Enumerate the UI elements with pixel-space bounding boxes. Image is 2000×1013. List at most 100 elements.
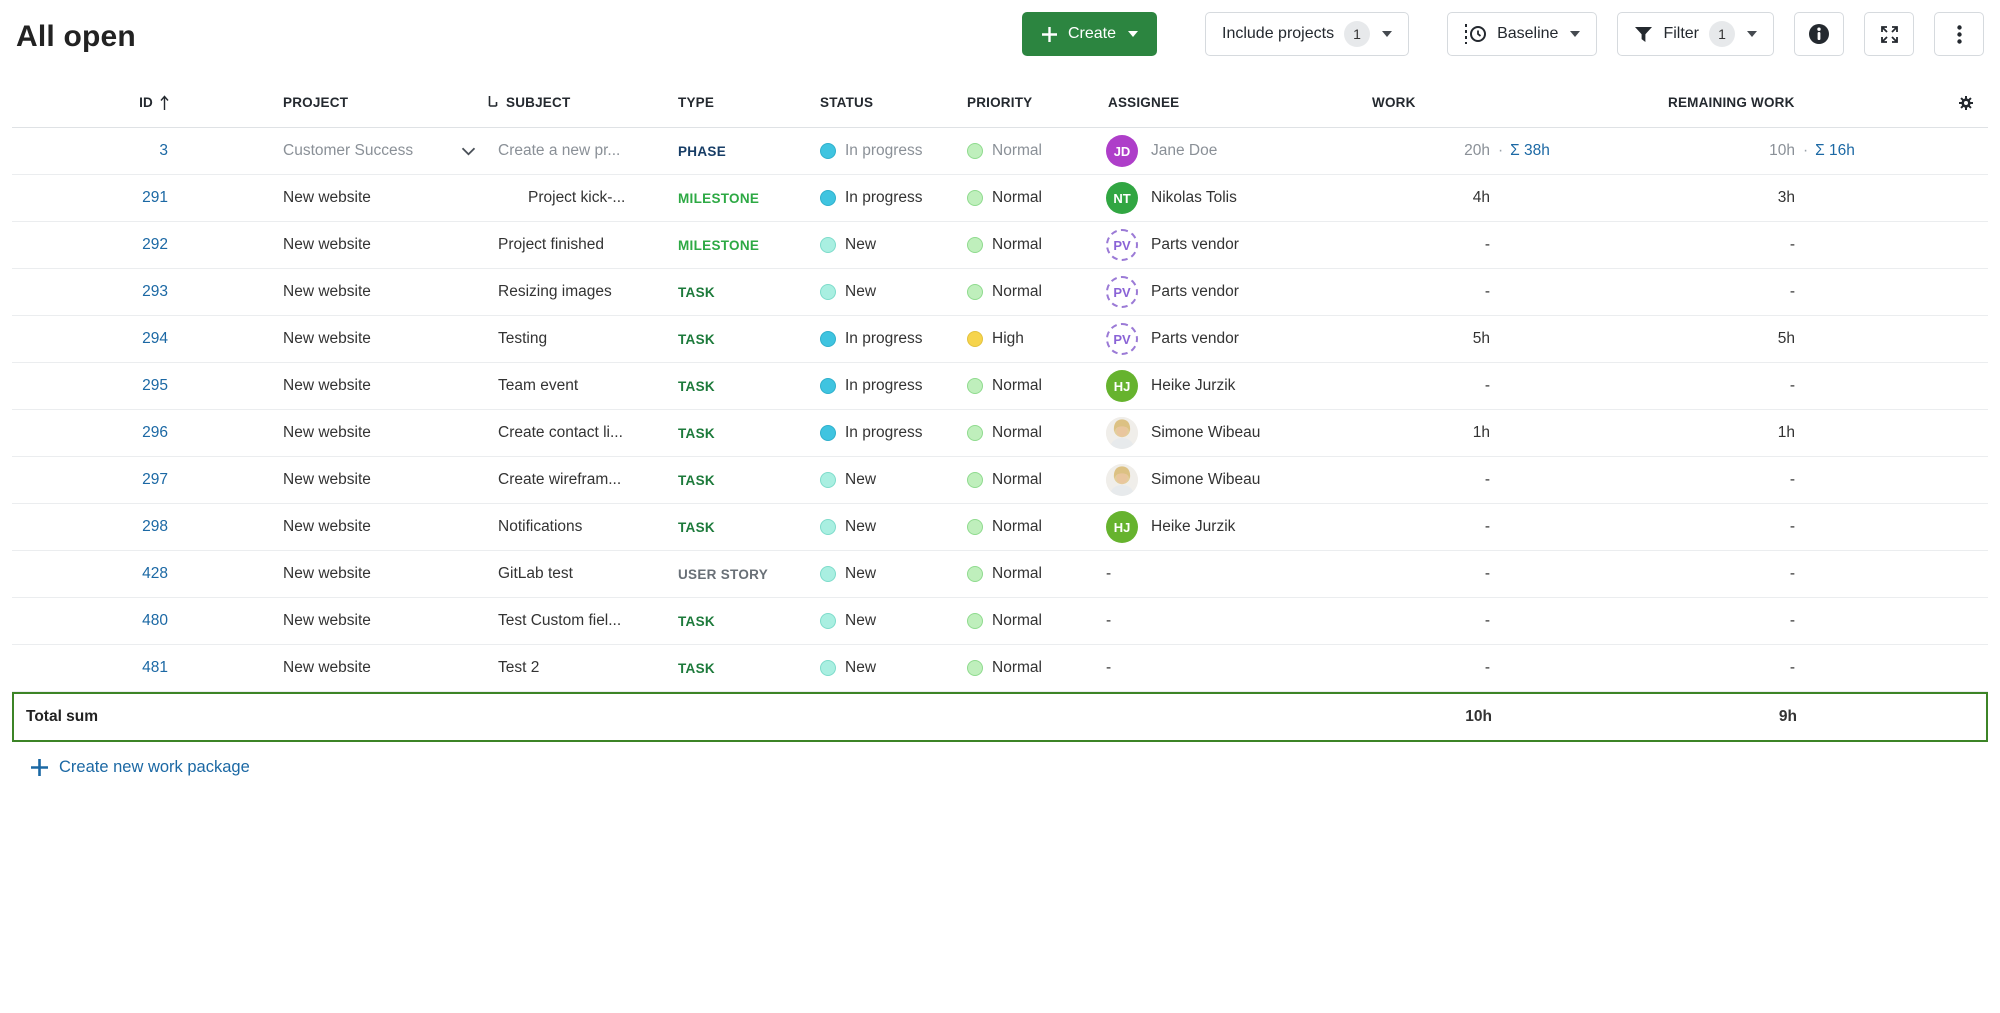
column-header-project[interactable]: PROJECT [172,95,482,110]
work-package-id-link[interactable]: 295 [142,377,168,394]
column-header-subject[interactable]: SUBJECT [482,95,670,110]
work-package-id-link[interactable]: 291 [142,189,168,206]
table-settings-button[interactable] [1890,95,1988,111]
row-project-name: New website [283,236,371,254]
row-remaining-work-cell: - [1600,471,1890,489]
row-subject-cell: Test Custom fiel... [482,612,670,630]
work-package-id-link[interactable]: 480 [142,612,168,629]
include-projects-button[interactable]: Include projects 1 [1205,12,1409,56]
row-priority-cell: Normal [955,424,1100,442]
work-package-id-link[interactable]: 293 [142,283,168,300]
row-type: TASK [678,473,715,488]
remaining-work-sum-link[interactable]: Σ 16h [1815,142,1855,160]
work-package-id-link[interactable]: 294 [142,330,168,347]
row-id-cell: 298 [12,518,172,536]
row-work-value: 1h [1320,424,1490,442]
table-row[interactable]: 297 New website Create wirefram... TASK … [12,457,1988,504]
column-header-id[interactable]: ID [12,95,172,111]
row-assignee-cell: Simone Wibeau [1100,464,1320,496]
collapse-children-chevron-icon[interactable] [461,147,476,156]
row-work-cell: - [1320,518,1600,536]
row-status: New [845,565,876,583]
priority-dot-icon [967,472,983,488]
table-row[interactable]: 428 New website GitLab test USER STORY N… [12,551,1988,598]
work-sum-link[interactable]: Σ 38h [1510,142,1550,160]
baseline-button[interactable]: Baseline [1447,12,1597,56]
column-header-status[interactable]: STATUS [807,95,955,110]
row-work-cell: 1h [1320,424,1600,442]
work-package-id-link[interactable]: 297 [142,471,168,488]
table-row[interactable]: 3 Customer Success Create a new pr... PH… [12,128,1988,175]
filter-button[interactable]: Filter 1 [1617,12,1774,56]
row-priority: Normal [992,377,1042,395]
table-row[interactable]: 291 New website Project kick-... MILESTO… [12,175,1988,222]
row-project-name: New website [283,659,371,677]
more-options-button[interactable] [1934,12,1984,56]
status-dot-icon [820,143,836,159]
table-row[interactable]: 292 New website Project finished MILESTO… [12,222,1988,269]
row-remaining-work-sum: · Σ 16h [1803,142,1855,160]
info-button[interactable] [1794,12,1844,56]
table-row[interactable]: 293 New website Resizing images TASK New… [12,269,1988,316]
column-header-assignee[interactable]: ASSIGNEE [1100,95,1320,110]
row-assignee-name: Jane Doe [1151,142,1217,160]
create-button[interactable]: Create [1022,12,1157,56]
work-package-id-link[interactable]: 481 [142,659,168,676]
table-row[interactable]: 298 New website Notifications TASK New N… [12,504,1988,551]
row-status: In progress [845,377,923,395]
work-package-id-link[interactable]: 298 [142,518,168,535]
assignee-avatar: PV [1106,276,1138,308]
row-project-cell: New website [172,330,482,348]
row-remaining-work-value: - [1600,236,1795,254]
table-row[interactable]: 295 New website Team event TASK In progr… [12,363,1988,410]
work-package-id-link[interactable]: 3 [159,142,168,159]
row-project-name: New website [283,283,371,301]
priority-dot-icon [967,284,983,300]
row-status: New [845,283,876,301]
row-assignee-cell: NT Nikolas Tolis [1100,182,1320,214]
table-row[interactable]: 480 New website Test Custom fiel... TASK… [12,598,1988,645]
create-new-work-package-link[interactable]: Create new work package [30,758,250,777]
row-remaining-work-value: 3h [1600,189,1795,207]
row-work-value: - [1320,565,1490,583]
work-package-id-link[interactable]: 428 [142,565,168,582]
row-remaining-work-cell: - [1600,377,1890,395]
row-priority-cell: Normal [955,377,1100,395]
row-subject: Create a new pr... [498,142,620,159]
row-id-cell: 481 [12,659,172,677]
fullscreen-button[interactable] [1864,12,1914,56]
row-work-value: - [1320,283,1490,301]
create-new-work-package-label: Create new work package [59,758,250,777]
priority-dot-icon [967,613,983,629]
row-type-cell: TASK [670,426,807,441]
column-header-id-label: ID [139,95,153,110]
work-package-id-link[interactable]: 292 [142,236,168,253]
row-remaining-work-cell: - [1600,283,1890,301]
row-subject: Test Custom fiel... [498,612,621,629]
fullscreen-expand-icon [1879,24,1900,45]
column-header-work[interactable]: WORK [1320,95,1600,110]
row-remaining-work-cell: - [1600,565,1890,583]
row-project-name: New website [283,518,371,536]
row-work-value: 20h [1320,142,1490,160]
column-header-priority[interactable]: PRIORITY [955,95,1100,110]
row-project-name: New website [283,424,371,442]
column-header-remaining-work[interactable]: REMAINING WORK [1600,95,1890,110]
baseline-label: Baseline [1497,25,1558,43]
row-id-cell: 295 [12,377,172,395]
status-dot-icon [820,472,836,488]
table-row[interactable]: 294 New website Testing TASK In progress… [12,316,1988,363]
row-id-cell: 428 [12,565,172,583]
table-row[interactable]: 296 New website Create contact li... TAS… [12,410,1988,457]
row-subject: Team event [498,377,578,394]
column-header-type[interactable]: TYPE [670,95,807,110]
work-package-id-link[interactable]: 296 [142,424,168,441]
row-type: PHASE [678,144,726,159]
row-remaining-work-value: 5h [1600,330,1795,348]
column-header-remaining-work-label: REMAINING WORK [1668,95,1795,110]
table-row[interactable]: 481 New website Test 2 TASK New Normal -… [12,645,1988,692]
row-remaining-work-cell: 1h [1600,424,1890,442]
priority-dot-icon [967,331,983,347]
row-work-value: - [1320,236,1490,254]
row-assignee-cell: - [1100,612,1320,630]
